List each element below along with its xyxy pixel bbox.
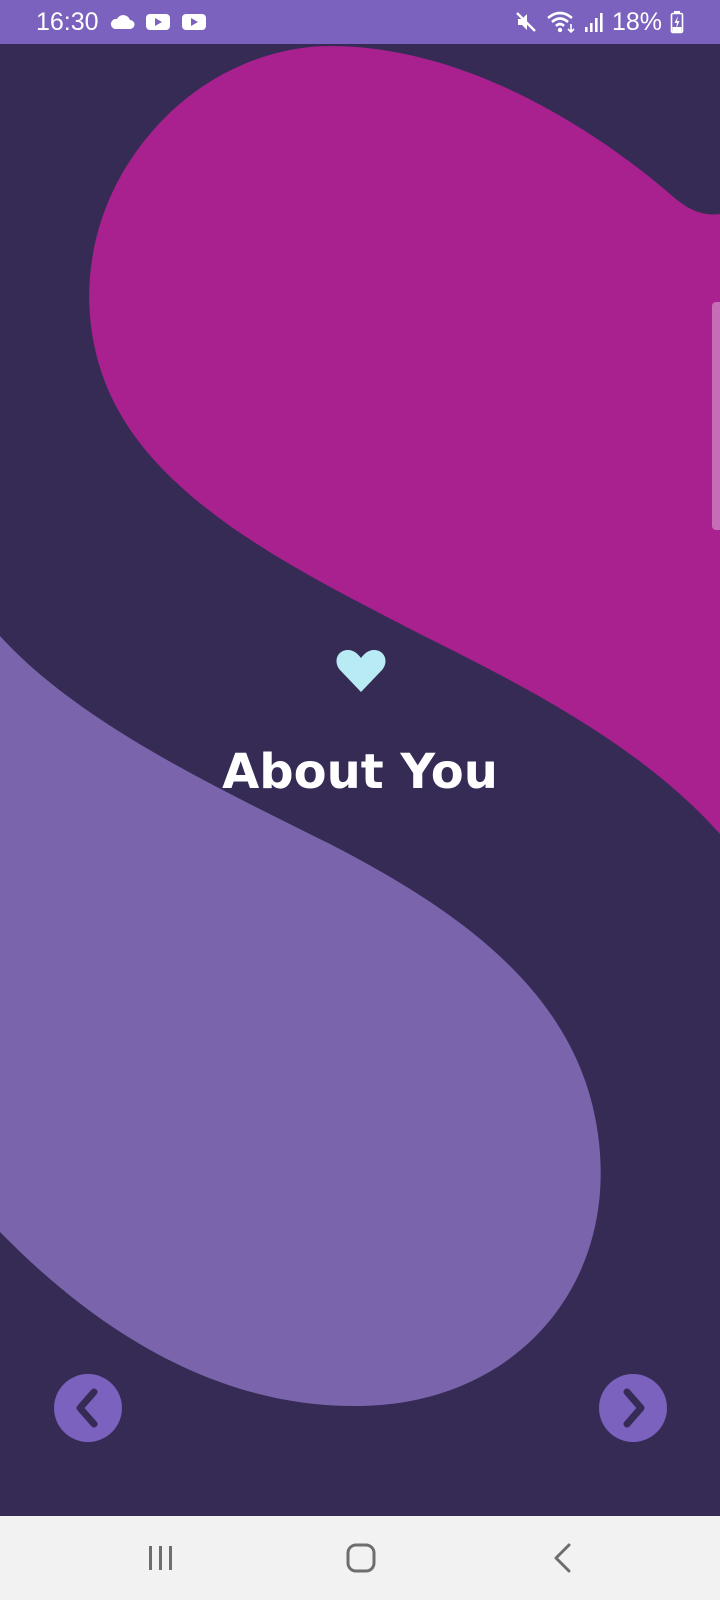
back-icon <box>554 1543 571 1573</box>
recents-icon <box>149 1546 172 1570</box>
back-button[interactable] <box>518 1516 608 1600</box>
chevron-right-icon <box>623 1388 645 1428</box>
signal-icon <box>584 11 604 33</box>
previous-button[interactable] <box>54 1374 122 1442</box>
onboarding-screen: 16:30 18% About You <box>0 0 720 1600</box>
status-right: 18% <box>514 0 684 44</box>
page-title: About You <box>222 744 498 800</box>
magenta-shape <box>89 46 720 834</box>
status-time: 16:30 <box>36 7 99 36</box>
battery-charging-icon <box>670 10 684 34</box>
system-navigation-bar <box>0 1516 720 1600</box>
wifi-icon <box>546 10 576 34</box>
youtube-icon <box>145 12 171 32</box>
home-icon <box>346 1543 376 1573</box>
youtube-icon <box>181 12 207 32</box>
cloud-icon <box>109 13 135 31</box>
home-button[interactable] <box>316 1516 406 1600</box>
battery-text: 18% <box>611 7 662 36</box>
mute-icon <box>514 10 538 34</box>
status-left: 16:30 <box>36 0 207 44</box>
recents-button[interactable] <box>116 1516 206 1600</box>
scroll-indicator[interactable] <box>712 302 720 530</box>
status-bar: 16:30 18% <box>0 0 720 44</box>
heart-icon <box>336 650 386 692</box>
next-button[interactable] <box>599 1374 667 1442</box>
chevron-left-icon <box>76 1388 98 1428</box>
